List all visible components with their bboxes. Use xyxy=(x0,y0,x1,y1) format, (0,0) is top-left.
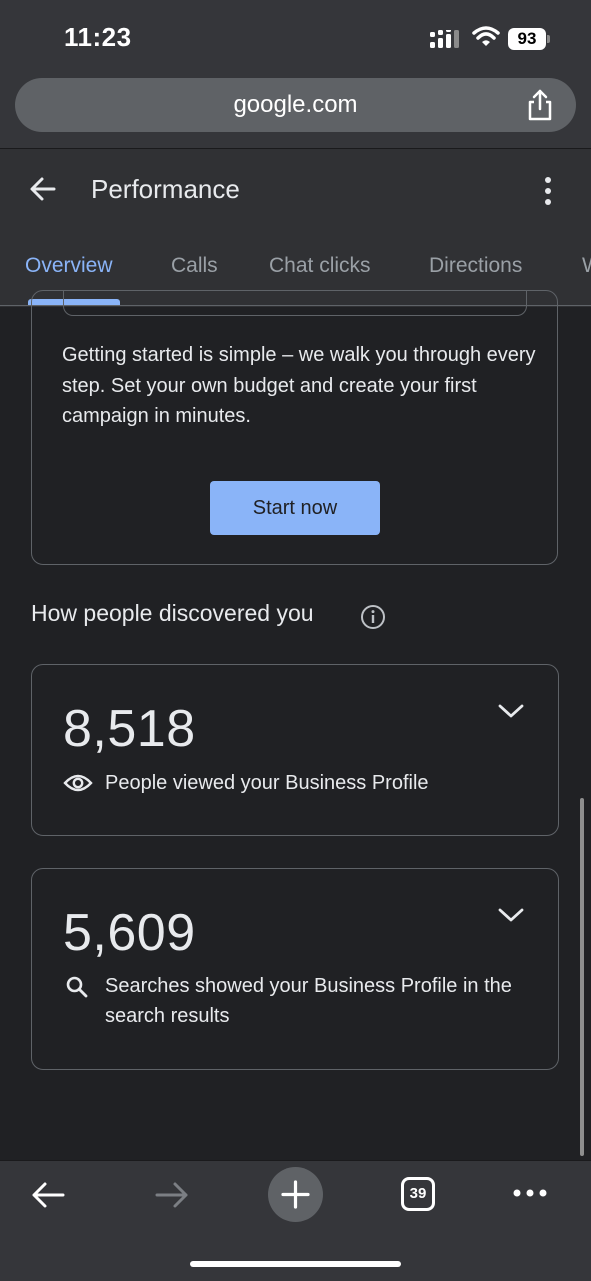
browser-forward-icon[interactable] xyxy=(154,1180,190,1210)
wifi-icon xyxy=(472,26,500,46)
battery-indicator: 93 xyxy=(508,28,546,50)
info-icon[interactable] xyxy=(360,604,386,630)
tab-calls[interactable]: Calls xyxy=(171,254,218,278)
page-title: Performance xyxy=(91,174,240,204)
more-options-icon[interactable] xyxy=(538,176,558,206)
eye-icon xyxy=(63,774,93,792)
status-time: 11:23 xyxy=(64,22,132,52)
section-title: How people discovered you xyxy=(31,600,314,626)
searches-description: Searches showed your Business Profile in… xyxy=(105,975,512,1027)
tab-overview[interactable]: Overview xyxy=(25,254,113,278)
tab-switcher-button[interactable]: 39 xyxy=(401,1177,435,1211)
share-icon[interactable] xyxy=(525,88,555,122)
searches-stat-card[interactable]: 5,609 Searches showed your Business Prof… xyxy=(31,868,559,1070)
address-bar[interactable]: google.com xyxy=(15,78,576,132)
search-icon xyxy=(66,976,88,998)
home-indicator[interactable] xyxy=(190,1261,401,1267)
back-arrow-icon[interactable] xyxy=(28,174,58,204)
promo-description: Getting started is simple – we walk you … xyxy=(62,344,536,427)
searches-count: 5,609 xyxy=(63,904,196,962)
start-now-button[interactable]: Start now xyxy=(210,481,380,535)
app-header xyxy=(0,148,591,307)
new-tab-button[interactable] xyxy=(268,1167,323,1222)
plus-icon xyxy=(281,1180,310,1209)
more-horizontal-icon[interactable] xyxy=(512,1186,548,1200)
url-text[interactable]: google.com xyxy=(15,78,576,132)
scrollbar[interactable] xyxy=(580,798,584,1156)
chevron-down-icon[interactable] xyxy=(498,907,524,923)
tab-chat-clicks[interactable]: Chat clicks xyxy=(269,254,371,278)
chevron-down-icon[interactable] xyxy=(498,703,524,719)
views-stat-card[interactable]: 8,518 People viewed your Business Profil… xyxy=(31,664,559,836)
views-description: People viewed your Business Profile xyxy=(105,772,429,794)
tab-website[interactable]: W xyxy=(582,254,591,278)
battery-cap xyxy=(547,35,550,43)
tab-directions[interactable]: Directions xyxy=(429,254,522,278)
cellular-signal-icon xyxy=(430,30,459,48)
browser-back-icon[interactable] xyxy=(30,1180,66,1210)
views-count: 8,518 xyxy=(63,700,196,758)
promo-inner-box xyxy=(63,290,527,316)
